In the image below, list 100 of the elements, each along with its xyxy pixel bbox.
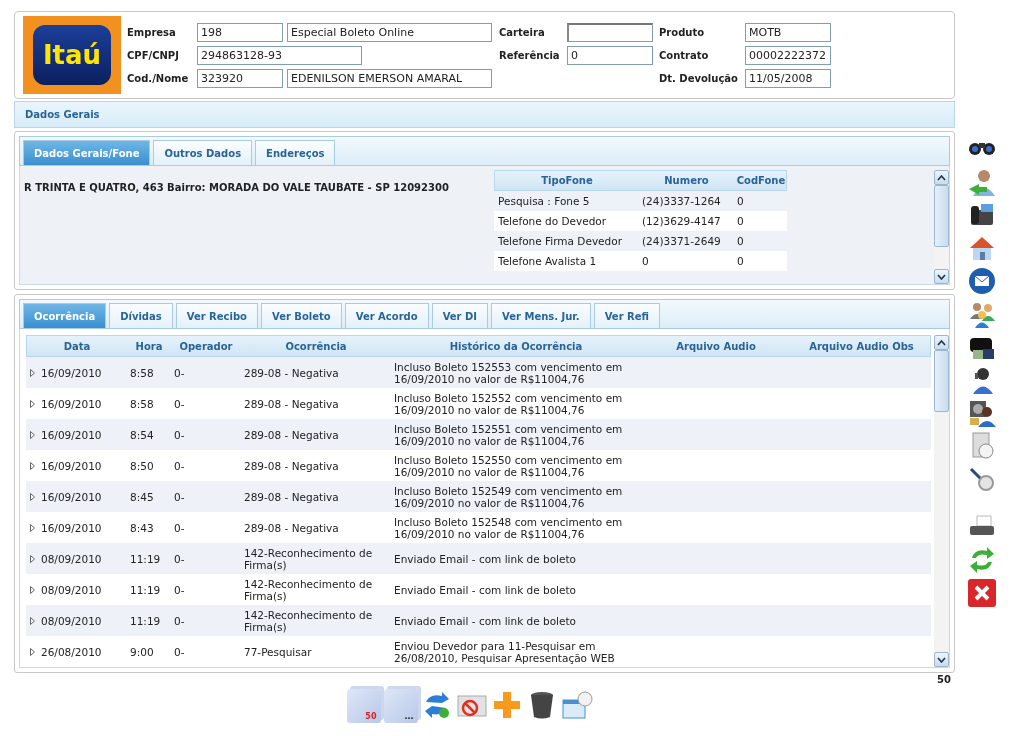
table-cell-text: 142-Reconhecimento de Firma(s): [243, 577, 374, 602]
table-cell-text: 8:54: [129, 428, 155, 441]
expand-icon[interactable]: [30, 616, 35, 625]
scrollbar[interactable]: [934, 335, 949, 667]
table-cell-text: 11:19: [129, 614, 162, 627]
field-label: Carteira: [499, 26, 546, 38]
table-cell-text: 9:00: [129, 645, 155, 658]
expand-icon[interactable]: [30, 647, 35, 656]
tab[interactable]: Ver Boleto: [261, 303, 342, 328]
table-cell-text: Incluso Boleto 152549 com vencimento em 16/09/2010 no valor de R$11004,76: [393, 484, 624, 509]
table-cell-text: 0: [736, 215, 745, 227]
column-header: Operador: [178, 340, 234, 352]
table-cell-text: 289-08 - Negativa: [243, 366, 340, 379]
table-cell-text: Enviou Devedor para 11-Pesquisar em 26/08/2010, Pesquisar Apresentação WEB: [393, 639, 616, 664]
tab[interactable]: Dívidas: [109, 303, 173, 328]
table-cell-text: Telefone do Devedor: [497, 215, 608, 227]
table-cell-text: Incluso Boleto 152550 com vencimento em 16/09/2010 no valor de R$11004,76: [393, 453, 624, 478]
logo: Itaú: [23, 16, 121, 94]
expand-icon[interactable]: [30, 523, 35, 532]
tab[interactable]: Ver Mens. Jur.: [491, 303, 591, 328]
input-field[interactable]: Especial Boleto Online: [287, 22, 492, 42]
table-cell: 16/09/2010: [41, 459, 102, 472]
table-cell-text: 142-Reconhecimento de Firma(s): [243, 608, 374, 633]
user-arrow-icon: [967, 167, 997, 197]
close-icon-button[interactable]: [965, 577, 999, 609]
tab[interactable]: Ver DI: [431, 303, 489, 328]
table-cell-text: Telefone Firma Devedor: [497, 235, 623, 247]
table-cell-text: 0-: [173, 490, 186, 503]
tab[interactable]: Ver Refi: [593, 303, 660, 328]
scroll-thumb[interactable]: [934, 185, 949, 247]
expand-icon[interactable]: [30, 368, 35, 377]
input-field[interactable]: 198: [197, 22, 283, 42]
table-cell-text: Enviado Email - com link de boleto: [393, 583, 578, 596]
field-label: Dt. Devolução: [659, 72, 739, 84]
expand-icon[interactable]: [30, 461, 35, 470]
caret-down-icon: [937, 656, 946, 663]
table-cell-text: 142-Reconhecimento de Firma(s): [243, 546, 374, 571]
column-header: Numero: [663, 175, 710, 186]
table-cell-text: 289-08 - Negativa: [243, 521, 340, 534]
input-field[interactable]: 294863128-93: [197, 45, 362, 65]
tab[interactable]: Ver Recibo: [175, 303, 258, 328]
table-cell: 16/09/2010: [41, 521, 102, 534]
expand-icon[interactable]: [30, 430, 35, 439]
table-cell-text: Enviado Email - com link de boleto: [393, 552, 578, 565]
table-cell-text: (24)3337-1264: [641, 195, 722, 207]
caret-up-icon: [937, 339, 946, 346]
address-text: R TRINTA E QUATRO, 463 Bairro: MORADA DO VALE TAUBATE - SP 12092300: [24, 181, 450, 195]
input-field[interactable]: 0: [567, 45, 653, 65]
input-field[interactable]: EDENILSON EMERSON AMARAL: [287, 68, 492, 88]
table-cell-text: 0: [736, 195, 745, 207]
table-cell: 08/09/2010: [41, 614, 102, 627]
scroll-thumb[interactable]: [934, 350, 949, 412]
table-cell-text: 8:58: [129, 397, 155, 410]
table-cell-text: 0-: [173, 428, 186, 441]
page-size-button[interactable]: 50: [346, 689, 381, 723]
table-cell: 16/09/2010: [41, 490, 102, 503]
table-cell-text: (24)3371-2649: [641, 235, 722, 247]
table-cell-text: Incluso Boleto 152552 com vencimento em 16/09/2010 no valor de R$11004,76: [393, 391, 624, 416]
table-cell-text: 289-08 - Negativa: [243, 459, 340, 472]
input-field[interactable]: 11/05/2008: [745, 68, 831, 88]
more-button[interactable]: ...: [383, 689, 418, 723]
tab[interactable]: Endereços: [255, 140, 336, 165]
table-cell-text: Incluso Boleto 152553 com vencimento em 16/09/2010 no valor de R$11004,76: [393, 360, 624, 385]
table-cell-text: 289-08 - Negativa: [243, 490, 340, 503]
tab[interactable]: Ver Acordo: [344, 303, 429, 328]
column-header: Data: [62, 340, 92, 352]
expand-icon[interactable]: [30, 554, 35, 563]
table-cell-text: (12)3629-4147: [641, 215, 722, 227]
close-icon: [967, 578, 997, 608]
expand-icon[interactable]: [30, 492, 35, 501]
column-header: Histórico da Ocorrência: [448, 340, 584, 352]
table-cell-text: 8:43: [129, 521, 155, 534]
field-label: Produto: [659, 26, 706, 38]
table-cell-text: 0-: [173, 366, 186, 379]
table-cell-text: 8:58: [129, 366, 155, 379]
table-cell: 08/09/2010: [41, 583, 102, 596]
expand-icon[interactable]: [30, 585, 35, 594]
table-cell-text: 0: [736, 255, 745, 267]
tab[interactable]: Outros Dados: [153, 140, 253, 165]
record-count: 50: [937, 674, 951, 685]
table-cell-text: 8:45: [129, 490, 155, 503]
table-cell-text: Enviado Email - com link de boleto: [393, 614, 578, 627]
table-cell-text: 0-: [173, 459, 186, 472]
input-field[interactable]: MOTB: [745, 22, 831, 42]
input-field[interactable]: 00002222372: [745, 45, 831, 65]
table-cell-text: Incluso Boleto 152548 com vencimento em 16/09/2010 no valor de R$11004,76: [393, 515, 624, 540]
expand-icon[interactable]: [30, 399, 35, 408]
table-cell: 16/09/2010: [41, 428, 102, 441]
table-cell-text: 0-: [173, 397, 186, 410]
section-bar: Dados Gerais: [14, 101, 955, 128]
scrollbar[interactable]: [934, 170, 949, 284]
table-cell: 16/09/2010: [41, 397, 102, 410]
column-header: Arquivo Audio: [675, 340, 757, 352]
table-cell-text: Incluso Boleto 152551 com vencimento em 16/09/2010 no valor de R$11004,76: [393, 422, 624, 447]
table-cell-text: 77-Pesquisar: [243, 645, 313, 658]
input-field[interactable]: 323920: [197, 68, 283, 88]
table-cell-text: 289-08 - Negativa: [243, 428, 340, 441]
field-label: Contrato: [659, 49, 710, 61]
field-label: Referência: [499, 49, 561, 61]
input-field[interactable]: [567, 22, 653, 42]
